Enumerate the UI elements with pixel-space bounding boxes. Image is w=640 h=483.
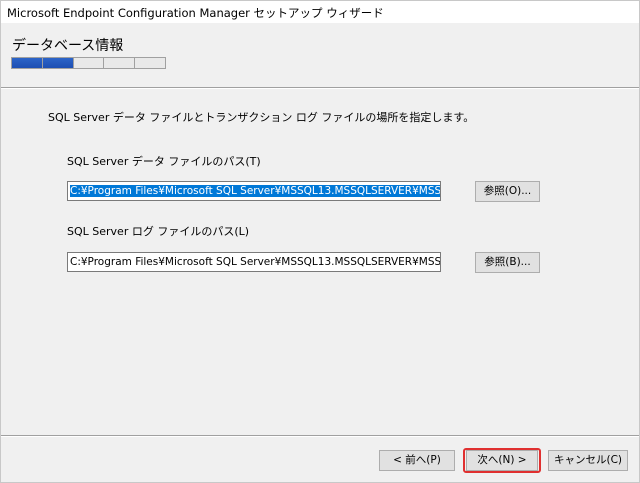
- back-button[interactable]: < 前へ(P): [379, 450, 455, 471]
- progress-step-2: [42, 58, 74, 68]
- footer-divider: [1, 435, 639, 437]
- page-title: データベース情報: [12, 38, 124, 54]
- setup-wizard-window: Microsoft Endpoint Configuration Manager…: [0, 0, 640, 483]
- cancel-button[interactable]: キャンセル(C): [548, 450, 628, 471]
- browse-data-path-button[interactable]: 参照(O)...: [475, 181, 540, 202]
- data-file-path-input[interactable]: C:¥Program Files¥Microsoft SQL Server¥MS…: [67, 181, 441, 201]
- data-file-path-label: SQL Server データ ファイルのパス(T): [67, 155, 261, 168]
- instruction-text: SQL Server データ ファイルとトランザクション ログ ファイルの場所を…: [48, 111, 475, 124]
- progress-step-4: [104, 58, 136, 68]
- progress-step-1: [12, 58, 43, 68]
- data-file-path-value: C:¥Program Files¥Microsoft SQL Server¥MS…: [70, 185, 440, 197]
- next-button[interactable]: 次へ(N) >: [466, 450, 538, 471]
- window-title: Microsoft Endpoint Configuration Manager…: [1, 1, 639, 23]
- browse-log-path-button[interactable]: 参照(B)...: [475, 252, 540, 273]
- log-file-path-input[interactable]: C:¥Program Files¥Microsoft SQL Server¥MS…: [67, 252, 441, 272]
- header-divider: [1, 87, 639, 89]
- progress-step-3: [73, 58, 105, 68]
- log-file-path-label: SQL Server ログ ファイルのパス(L): [67, 225, 250, 238]
- step-progress-bar: [11, 57, 166, 69]
- progress-step-5: [135, 58, 165, 68]
- log-file-path-value: C:¥Program Files¥Microsoft SQL Server¥MS…: [70, 256, 441, 268]
- wizard-header: データベース情報: [1, 23, 639, 79]
